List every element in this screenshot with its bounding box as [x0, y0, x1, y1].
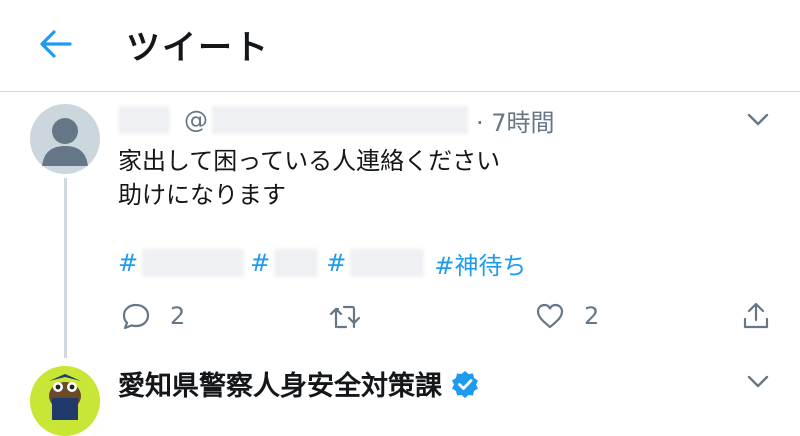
avatar[interactable]: [30, 366, 100, 436]
retweet-button[interactable]: [328, 300, 362, 332]
retweet-icon: [329, 305, 361, 329]
like-count: 2: [584, 302, 600, 330]
heart-icon: [536, 303, 564, 329]
reply-button[interactable]: 2: [120, 300, 185, 332]
handle-at-symbol: @: [184, 106, 208, 134]
reply-author-name[interactable]: 愛知県警察人身安全対策課: [118, 364, 442, 403]
tweet-timestamp[interactable]: · 7時間: [476, 103, 555, 138]
hashtag-link-kamimachi[interactable]: #神待ち: [434, 246, 526, 281]
thread-connector-line: [64, 178, 67, 358]
share-button[interactable]: [740, 300, 772, 332]
hashtag-link[interactable]: #: [250, 249, 270, 277]
owl-mascot-icon: [49, 374, 81, 420]
hashtag-link[interactable]: #: [326, 249, 346, 277]
tweet-body: 家出して困っている人連絡ください 助けになります: [118, 147, 501, 209]
hashtag-row: # # # #神待ち: [118, 246, 526, 280]
chevron-down-icon[interactable]: [746, 112, 770, 128]
hashtag-link[interactable]: #: [118, 249, 138, 277]
back-button[interactable]: [36, 26, 76, 62]
avatar[interactable]: [30, 104, 100, 174]
arrow-left-icon: [40, 30, 72, 58]
redacted-hashtag: [350, 249, 425, 277]
share-icon: [743, 302, 769, 329]
like-button[interactable]: 2: [534, 300, 599, 332]
default-profile-icon: [42, 118, 88, 166]
reply-count: 2: [170, 302, 186, 330]
redacted-display-name: [118, 106, 170, 134]
chevron-down-icon[interactable]: [746, 374, 770, 390]
redacted-hashtag: [274, 249, 319, 277]
verified-badge-icon: [452, 370, 478, 398]
redacted-hashtag: [142, 249, 245, 277]
reply-author-row: 愛知県警察人身安全対策課: [118, 364, 480, 403]
page-title: ツイート: [126, 28, 270, 68]
top-bar: ツイート: [0, 0, 800, 92]
redacted-handle: [212, 106, 468, 134]
comment-icon: [122, 303, 150, 330]
tweet-author-row: @ · 7時間: [118, 102, 555, 138]
